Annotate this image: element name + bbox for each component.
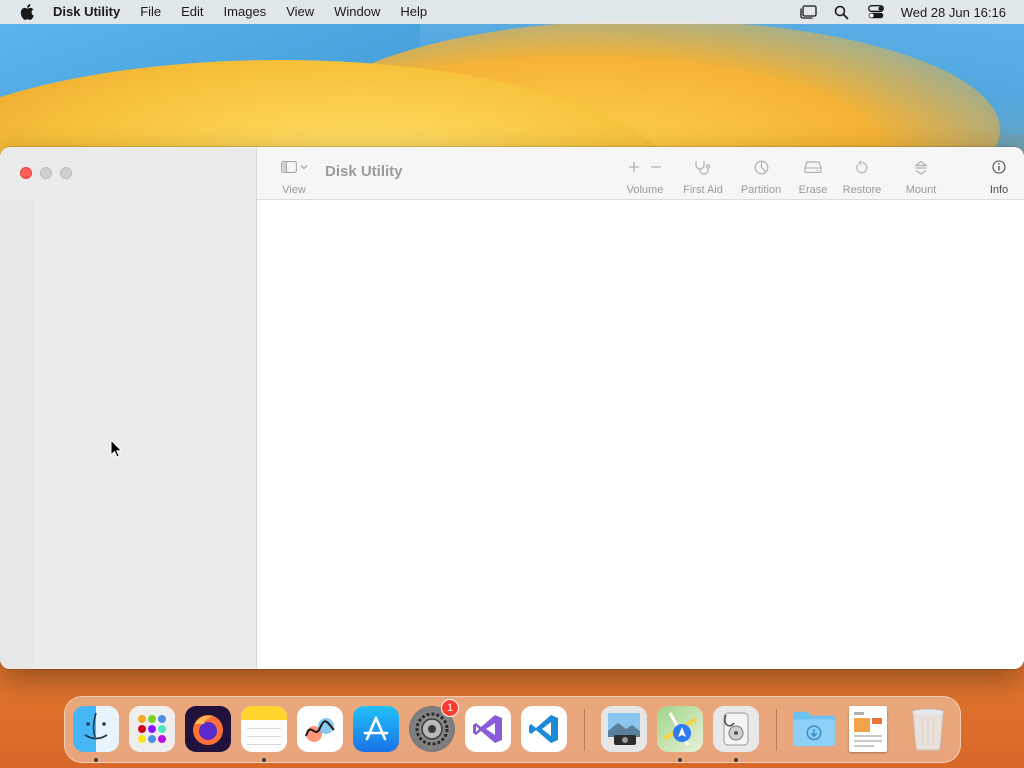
view-button[interactable]: View: [277, 159, 311, 196]
finder-icon[interactable]: [73, 706, 119, 752]
erase-button[interactable]: Erase: [796, 159, 830, 196]
control-center-icon[interactable]: [859, 5, 893, 19]
launchpad-icon[interactable]: [129, 706, 175, 752]
running-indicator: [678, 758, 682, 762]
erase-label: Erase: [798, 184, 828, 196]
volume-button[interactable]: Volume: [621, 159, 669, 196]
chevron-down-icon: [300, 165, 307, 170]
first-aid-button[interactable]: First Aid: [677, 159, 729, 196]
detail-pane: [257, 200, 1024, 669]
mount-button[interactable]: Mount: [901, 159, 941, 196]
apple-menu-icon[interactable]: [16, 4, 38, 20]
menu-bar-clock[interactable]: Wed 28 Jun 16:16: [893, 5, 1024, 20]
toolbar: View Disk Utility Volume First Aid Parti…: [257, 147, 1024, 200]
view-label: View: [282, 184, 306, 196]
info-button[interactable]: Info: [985, 159, 1013, 196]
menu-bar-status: Wed 28 Jun 16:16: [791, 0, 1024, 24]
notification-badge: 1: [441, 699, 459, 717]
menu-images[interactable]: Images: [214, 0, 277, 24]
menu-file[interactable]: File: [130, 0, 171, 24]
menu-app-name[interactable]: Disk Utility: [50, 0, 130, 24]
running-indicator: [262, 758, 266, 762]
zoom-button[interactable]: [60, 167, 72, 179]
visual-studio-icon[interactable]: [465, 706, 511, 752]
stage-manager-icon[interactable]: [791, 5, 825, 19]
info-icon: [992, 160, 1006, 174]
menu-edit[interactable]: Edit: [171, 0, 213, 24]
first-aid-label: First Aid: [683, 184, 723, 196]
sidebar: [0, 147, 257, 669]
app-store-icon[interactable]: [353, 706, 399, 752]
window-controls: [20, 167, 72, 179]
spotlight-search-icon[interactable]: [825, 5, 859, 20]
mount-icon: [914, 160, 928, 175]
vscode-icon[interactable]: [521, 706, 567, 752]
partition-button[interactable]: Partition: [738, 159, 784, 196]
restore-arrow-icon: [856, 159, 868, 173]
pie-chart-icon: [754, 160, 768, 174]
disk-utility-icon[interactable]: [713, 706, 759, 752]
menu-help[interactable]: Help: [390, 0, 437, 24]
eraser-disk-icon: [804, 161, 822, 173]
maps-icon[interactable]: [657, 706, 703, 752]
mouse-cursor-icon: [110, 439, 122, 458]
dock: 1: [64, 696, 961, 763]
restore-label: Restore: [842, 184, 882, 196]
notes-icon[interactable]: [241, 706, 287, 752]
mount-label: Mount: [905, 184, 937, 196]
sidebar-toggle-icon: [280, 161, 297, 173]
info-label: Info: [989, 184, 1009, 196]
dock-separator: [584, 709, 585, 751]
running-indicator: [94, 758, 98, 762]
firefox-icon[interactable]: [185, 706, 231, 752]
preview-icon[interactable]: [601, 706, 647, 752]
plus-icon[interactable]: [628, 161, 640, 173]
window-title: Disk Utility: [325, 163, 403, 180]
trash-icon[interactable]: [905, 706, 951, 752]
menu-window[interactable]: Window: [324, 0, 390, 24]
dock-separator: [776, 709, 777, 751]
downloads-folder-icon[interactable]: [791, 706, 837, 752]
minimize-button[interactable]: [40, 167, 52, 179]
minus-icon[interactable]: [650, 161, 662, 173]
running-indicator: [734, 758, 738, 762]
sidebar-strip: [0, 199, 34, 669]
disk-utility-window: View Disk Utility Volume First Aid Parti…: [0, 147, 1024, 669]
stethoscope-icon: [695, 160, 711, 175]
restore-button[interactable]: Restore: [841, 159, 883, 196]
document-icon[interactable]: [849, 706, 887, 752]
freeform-icon[interactable]: [297, 706, 343, 752]
close-button[interactable]: [20, 167, 32, 179]
volume-label: Volume: [626, 184, 664, 196]
partition-label: Partition: [740, 184, 782, 196]
menu-bar: Disk Utility File Edit Images View Windo…: [0, 0, 1024, 24]
menu-view[interactable]: View: [276, 0, 324, 24]
